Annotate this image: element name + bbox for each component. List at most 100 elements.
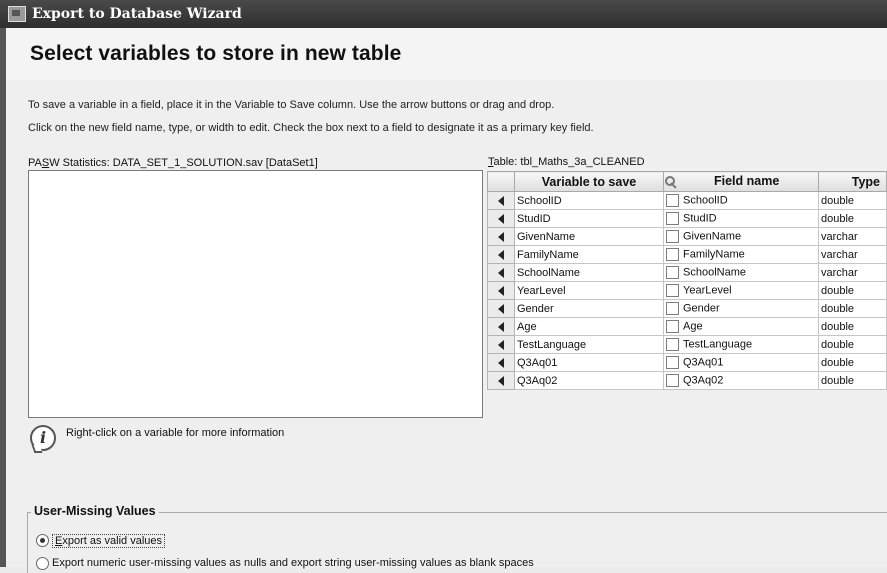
primary-key-checkbox[interactable] — [666, 302, 679, 315]
move-left-button[interactable] — [487, 299, 515, 318]
info-icon: i — [30, 425, 56, 451]
table-row[interactable]: StudID StudID double — [487, 209, 887, 228]
table-row[interactable]: SchoolName SchoolName varchar — [487, 263, 887, 282]
type-cell[interactable]: varchar — [818, 227, 887, 246]
primary-key-checkbox[interactable] — [666, 374, 679, 387]
field-name-text[interactable]: StudID — [683, 212, 717, 224]
move-left-button[interactable] — [487, 335, 515, 354]
move-left-button[interactable] — [487, 227, 515, 246]
type-cell[interactable]: double — [818, 371, 887, 390]
arrow-left-icon — [498, 357, 504, 368]
primary-key-checkbox[interactable] — [666, 266, 679, 279]
table-row[interactable]: Age Age double — [487, 317, 887, 336]
source-variable-list[interactable] — [28, 170, 483, 418]
primary-key-checkbox[interactable] — [666, 194, 679, 207]
field-cell[interactable]: GivenName — [663, 227, 819, 246]
app-icon — [8, 6, 26, 22]
export-valid-radio[interactable] — [36, 534, 49, 547]
field-name-text[interactable]: Q3Aq02 — [683, 374, 723, 386]
target-table-label: Table: tbl_Maths_3a_CLEANED — [488, 156, 645, 168]
wizard-content: Select variables to store in new table T… — [6, 28, 887, 573]
variable-cell[interactable]: YearLevel — [514, 281, 664, 300]
type-column-header[interactable]: Type — [818, 171, 887, 192]
field-name-text[interactable]: GivenName — [683, 230, 741, 242]
move-left-button[interactable] — [487, 317, 515, 336]
move-left-button[interactable] — [487, 191, 515, 210]
move-left-button[interactable] — [487, 281, 515, 300]
field-name-text[interactable]: TestLanguage — [683, 338, 752, 350]
variable-cell[interactable]: TestLanguage — [514, 335, 664, 354]
type-cell[interactable]: double — [818, 299, 887, 318]
header-band: Select variables to store in new table — [6, 28, 887, 80]
type-cell[interactable]: double — [818, 353, 887, 372]
variable-cell[interactable]: SchoolID — [514, 191, 664, 210]
field-name-text[interactable]: FamilyName — [683, 248, 745, 260]
field-cell[interactable]: TestLanguage — [663, 335, 819, 354]
move-left-button[interactable] — [487, 245, 515, 264]
type-cell[interactable]: double — [818, 281, 887, 300]
type-cell[interactable]: double — [818, 317, 887, 336]
variable-cell[interactable]: SchoolName — [514, 263, 664, 282]
field-name-text[interactable]: SchoolID — [683, 194, 728, 206]
field-cell[interactable]: SchoolID — [663, 191, 819, 210]
variable-column-header[interactable]: Variable to save — [514, 171, 664, 192]
table-row[interactable]: SchoolID SchoolID double — [487, 191, 887, 210]
field-cell[interactable]: Q3Aq01 — [663, 353, 819, 372]
variable-cell[interactable]: FamilyName — [514, 245, 664, 264]
field-cell[interactable]: Q3Aq02 — [663, 371, 819, 390]
field-cell[interactable]: SchoolName — [663, 263, 819, 282]
primary-key-checkbox[interactable] — [666, 338, 679, 351]
move-left-button[interactable] — [487, 353, 515, 372]
variable-cell[interactable]: Q3Aq02 — [514, 371, 664, 390]
field-cell[interactable]: StudID — [663, 209, 819, 228]
table-row[interactable]: FamilyName FamilyName varchar — [487, 245, 887, 264]
field-name-text[interactable]: SchoolName — [683, 266, 746, 278]
field-cell[interactable]: FamilyName — [663, 245, 819, 264]
export-nulls-radio[interactable] — [36, 557, 49, 570]
user-missing-legend: User-Missing Values — [31, 504, 159, 518]
instruction-text-2: Click on the new field name, type, or wi… — [28, 122, 594, 134]
field-column-header[interactable]: Field name — [663, 171, 819, 192]
arrow-left-icon — [498, 375, 504, 386]
primary-key-checkbox[interactable] — [666, 248, 679, 261]
window-titlebar: Export to Database Wizard — [0, 0, 887, 28]
primary-key-checkbox[interactable] — [666, 212, 679, 225]
primary-key-checkbox[interactable] — [666, 320, 679, 333]
field-cell[interactable]: Age — [663, 317, 819, 336]
primary-key-checkbox[interactable] — [666, 284, 679, 297]
field-cell[interactable]: YearLevel — [663, 281, 819, 300]
arrow-left-icon — [498, 285, 504, 296]
export-valid-label[interactable]: Export as valid values — [52, 534, 166, 548]
field-name-text[interactable]: Age — [683, 320, 703, 332]
variable-cell[interactable]: Age — [514, 317, 664, 336]
move-left-button[interactable] — [487, 263, 515, 282]
arrow-left-icon — [498, 339, 504, 350]
table-row[interactable]: Q3Aq01 Q3Aq01 double — [487, 353, 887, 372]
export-nulls-label[interactable]: Export numeric user-missing values as nu… — [52, 557, 534, 569]
table-row[interactable]: GivenName GivenName varchar — [487, 227, 887, 246]
move-left-button[interactable] — [487, 371, 515, 390]
type-cell[interactable]: varchar — [818, 263, 887, 282]
field-name-text[interactable]: Gender — [683, 302, 720, 314]
table-row[interactable]: Q3Aq02 Q3Aq02 double — [487, 371, 887, 390]
table-header-row: Variable to save Field name Type — [487, 171, 887, 192]
move-left-button[interactable] — [487, 209, 515, 228]
variable-cell[interactable]: GivenName — [514, 227, 664, 246]
type-cell[interactable]: double — [818, 335, 887, 354]
variable-cell[interactable]: StudID — [514, 209, 664, 228]
variable-cell[interactable]: Q3Aq01 — [514, 353, 664, 372]
type-cell[interactable]: double — [818, 209, 887, 228]
variable-cell[interactable]: Gender — [514, 299, 664, 318]
arrow-column-header — [487, 171, 515, 192]
field-name-text[interactable]: Q3Aq01 — [683, 356, 723, 368]
table-row[interactable]: Gender Gender double — [487, 299, 887, 318]
table-row[interactable]: TestLanguage TestLanguage double — [487, 335, 887, 354]
primary-key-checkbox[interactable] — [666, 230, 679, 243]
field-cell[interactable]: Gender — [663, 299, 819, 318]
arrow-left-icon — [498, 195, 504, 206]
type-cell[interactable]: varchar — [818, 245, 887, 264]
type-cell[interactable]: double — [818, 191, 887, 210]
table-row[interactable]: YearLevel YearLevel double — [487, 281, 887, 300]
field-name-text[interactable]: YearLevel — [683, 284, 732, 296]
primary-key-checkbox[interactable] — [666, 356, 679, 369]
